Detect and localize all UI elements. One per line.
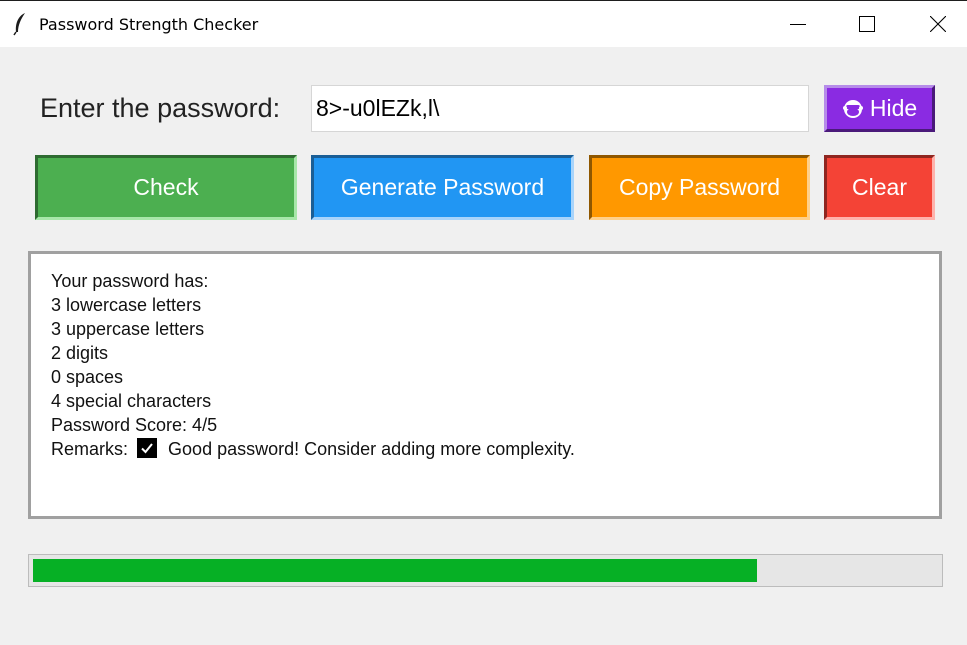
password-input[interactable]: [311, 85, 809, 132]
clear-button-label: Clear: [852, 174, 907, 200]
feather-icon: [12, 12, 28, 36]
clear-button[interactable]: Clear: [824, 155, 935, 220]
see-no-evil-monkey-icon: [842, 99, 863, 118]
result-text-area[interactable]: Your password has: 3 lowercase letters 3…: [28, 251, 942, 519]
check-mark-icon: [137, 438, 158, 458]
minimize-icon: [790, 24, 806, 25]
result-line-special: 4 special characters: [51, 391, 212, 411]
remarks-label: Remarks:: [51, 439, 129, 459]
window-title: Password Strength Checker: [39, 15, 259, 34]
result-line-uppercase: 3 uppercase letters: [51, 319, 205, 339]
hide-button[interactable]: Hide: [824, 85, 935, 132]
result-heading: Your password has:: [51, 271, 209, 291]
generate-password-button-label: Generate Password: [340, 174, 545, 200]
close-icon: [930, 16, 946, 32]
check-button-label: Check: [133, 174, 199, 200]
maximize-button[interactable]: [844, 1, 890, 47]
remarks-text: Good password! Consider adding more comp…: [168, 439, 575, 459]
copy-password-button-label: Copy Password: [618, 174, 781, 200]
hide-button-label: Hide: [869, 95, 918, 121]
password-score: Password Score: 4/5: [51, 415, 218, 435]
strength-progress-fill: [33, 559, 757, 582]
result-line-lowercase: 3 lowercase letters: [51, 295, 202, 315]
maximize-icon: [859, 16, 875, 32]
minimize-button[interactable]: [775, 1, 821, 47]
remarks-line: Remarks: Good password! Consider adding …: [51, 437, 919, 461]
close-button[interactable]: [915, 1, 961, 47]
copy-password-button[interactable]: Copy Password: [589, 155, 810, 220]
check-button[interactable]: Check: [35, 155, 297, 220]
strength-progress-bar: [28, 554, 943, 587]
title-bar: Password Strength Checker: [0, 0, 967, 47]
result-line-digits: 2 digits: [51, 343, 109, 363]
password-prompt-label: Enter the password:: [40, 93, 281, 123]
generate-password-button[interactable]: Generate Password: [311, 155, 574, 220]
result-line-spaces: 0 spaces: [51, 367, 124, 387]
